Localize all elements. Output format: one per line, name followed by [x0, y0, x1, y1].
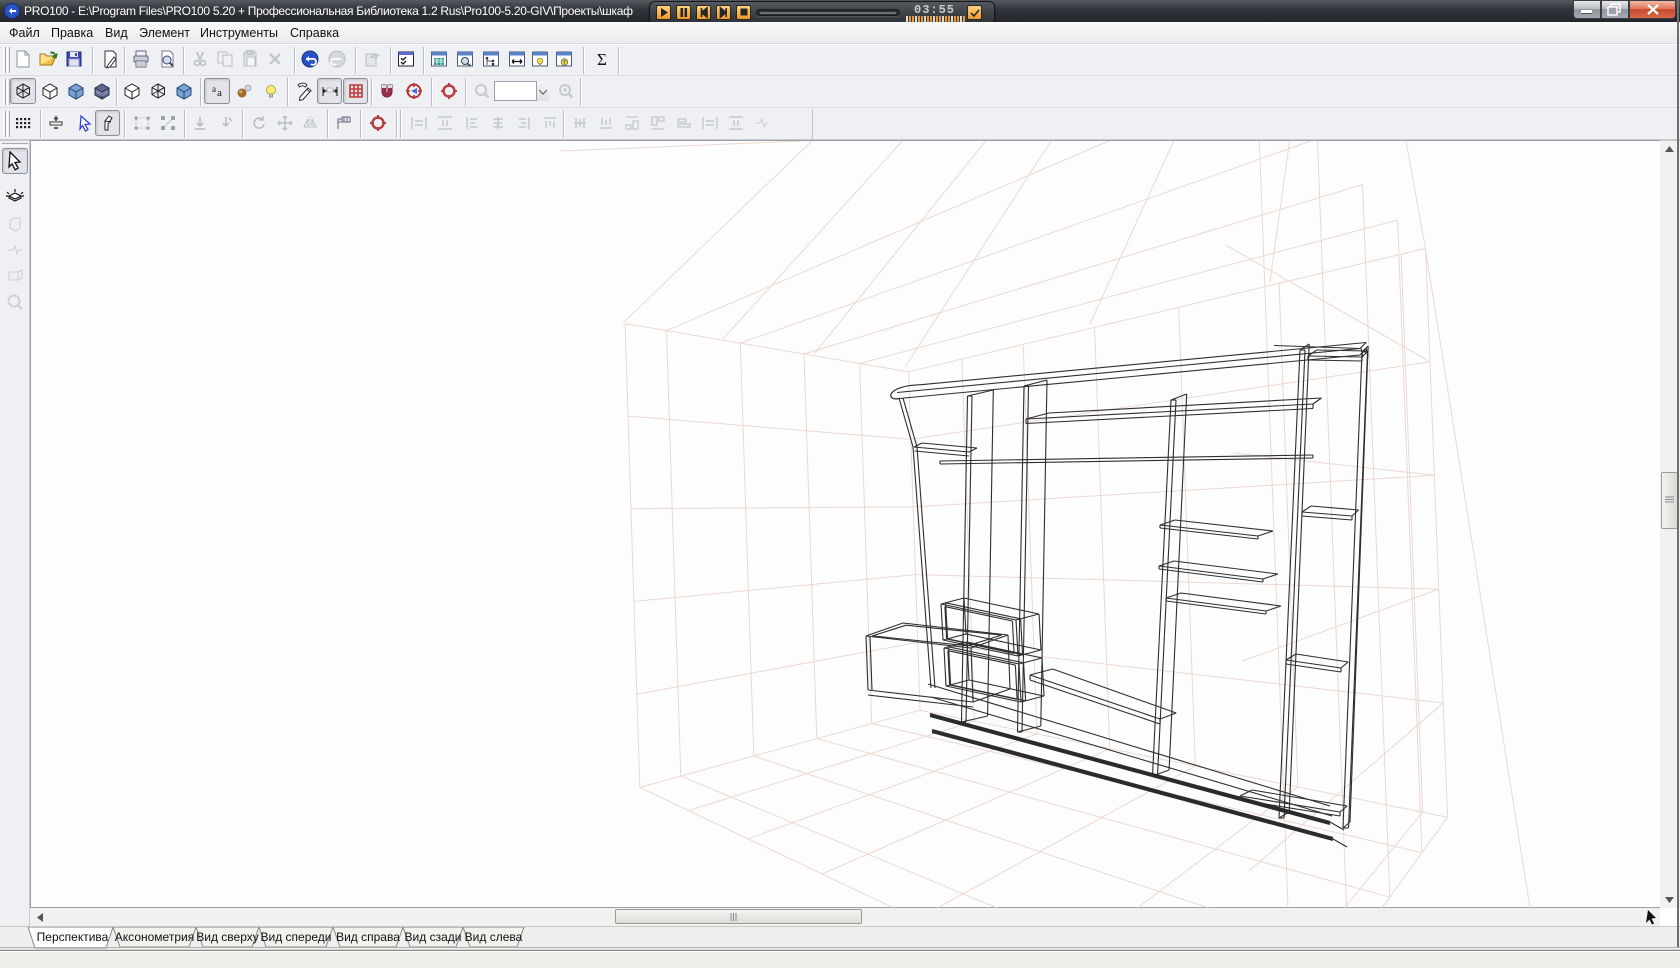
svg-text:Σ: Σ [597, 50, 607, 69]
svg-text:a: a [217, 87, 222, 99]
svg-text:a: a [212, 84, 216, 94]
